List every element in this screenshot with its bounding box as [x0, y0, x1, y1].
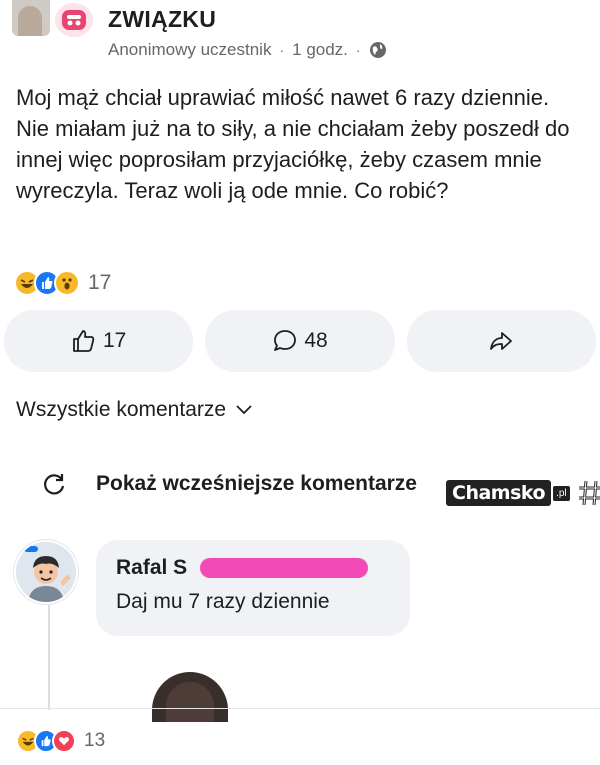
post-meta: Anonimowy uczestnik · 1 godz. · — [108, 40, 387, 60]
hashtag-logo-icon — [578, 480, 600, 506]
comments-filter-label: Wszystkie komentarze — [16, 398, 227, 421]
divider — [0, 708, 600, 709]
comments-filter-dropdown[interactable]: Wszystkie komentarze — [16, 398, 252, 422]
watermark: Chamsko .pl — [446, 478, 600, 508]
show-previous-comments-button[interactable]: Pokaż wcześniejsze komentarze — [40, 470, 417, 498]
comment-author[interactable]: Rafal S — [116, 556, 390, 580]
comment-author-name: Rafal S — [116, 556, 188, 579]
post-actions: 17 48 — [4, 310, 596, 372]
globe-icon — [369, 42, 386, 58]
reactions-summary[interactable]: 17 — [14, 270, 111, 296]
next-commenter-avatar[interactable] — [152, 672, 228, 722]
reaction-count: 17 — [88, 271, 112, 294]
watermark-tld: .pl — [553, 485, 570, 501]
anonymous-badge-icon — [52, 0, 96, 40]
refresh-icon — [44, 474, 65, 495]
comment-icon — [274, 330, 297, 351]
comment-text: Daj mu 7 razy dziennie — [116, 590, 330, 613]
comment-reactions-summary[interactable]: 13 — [16, 729, 105, 753]
show-previous-label: Pokaż wcześniejsze komentarze — [96, 472, 417, 495]
meta-separator: · — [355, 42, 361, 58]
like-count: 17 — [102, 329, 127, 352]
share-button[interactable] — [406, 310, 596, 372]
watermark-text: Chamsko — [446, 480, 552, 506]
comment-button[interactable]: 48 — [205, 310, 395, 372]
group-name[interactable]: ZWIĄZKU — [108, 6, 216, 33]
share-icon — [490, 332, 513, 350]
comment-reaction-count: 13 — [84, 730, 106, 751]
thumbs-up-icon — [73, 330, 95, 352]
thread-line — [48, 600, 50, 710]
meta-separator: · — [279, 42, 285, 58]
comment-count: 48 — [304, 329, 328, 352]
commenter-avatar[interactable] — [14, 540, 78, 604]
redaction-mark — [200, 558, 368, 578]
comment-bubble: Rafal S Daj mu 7 razy dziennie — [96, 540, 410, 636]
post-time[interactable]: 1 godz. — [292, 40, 348, 60]
chevron-down-icon — [236, 405, 252, 415]
wow-reaction-icon — [54, 270, 80, 296]
post-body: Moj mąż chciał uprawiać miłość nawet 6 r… — [16, 85, 570, 203]
post-author[interactable]: Anonimowy uczestnik — [108, 40, 271, 60]
group-avatar[interactable] — [12, 0, 50, 36]
like-button[interactable]: 17 — [4, 310, 194, 372]
love-reaction-icon — [52, 729, 76, 753]
